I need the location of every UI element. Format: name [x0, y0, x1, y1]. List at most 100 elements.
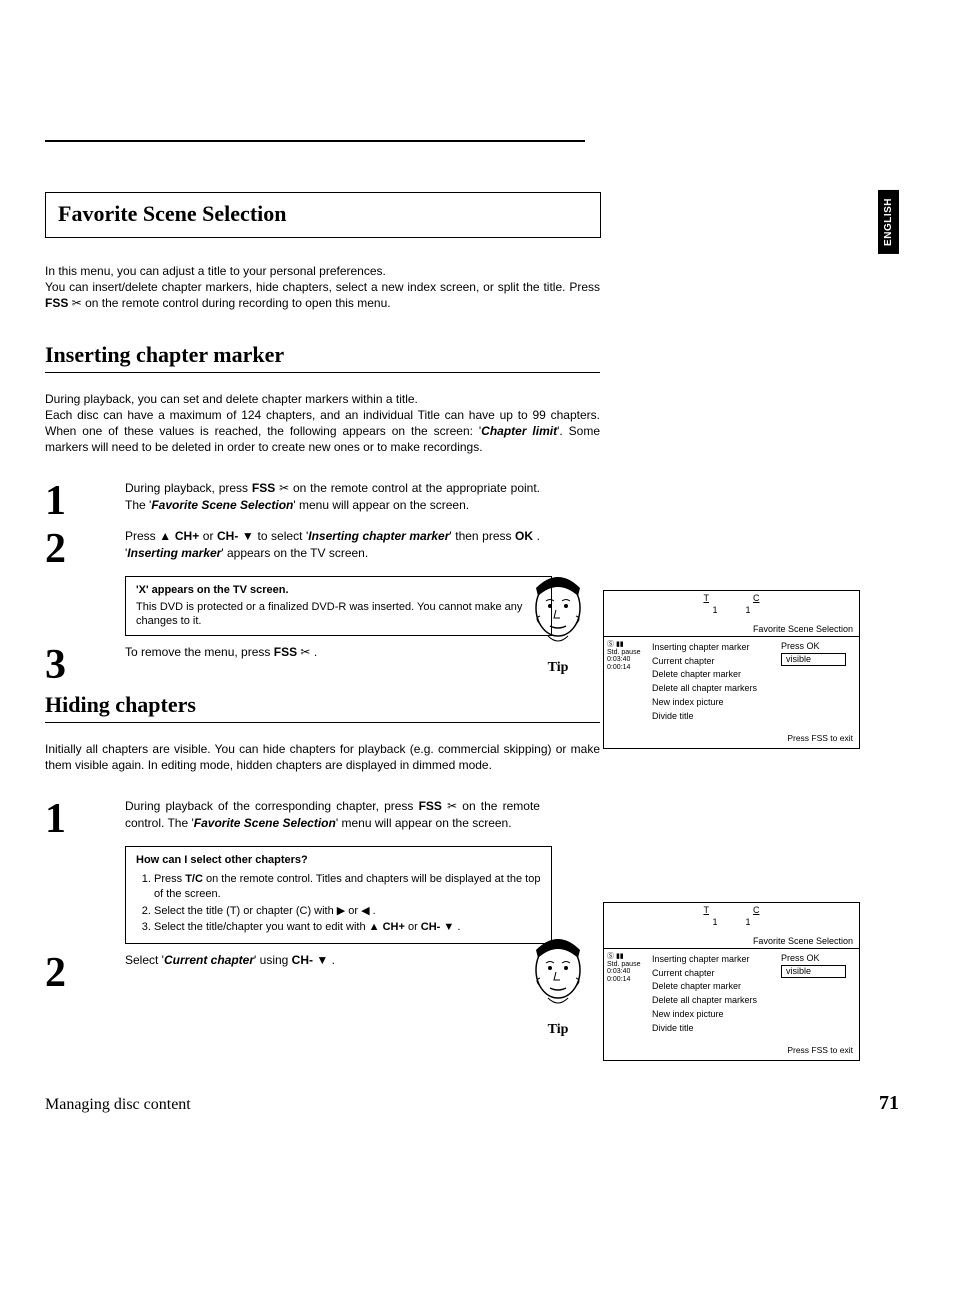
intro-paragraph: In this menu, you can adjust a title to … — [45, 263, 600, 312]
chplus-label: CH+ — [175, 529, 199, 543]
down-icon: ▼ — [242, 529, 254, 543]
t: ' then press — [449, 529, 515, 543]
down-icon: ▼ — [443, 921, 454, 933]
title-box: Favorite Scene Selection — [45, 192, 601, 238]
section1-heading: Inserting chapter marker — [45, 342, 600, 373]
section1-body: During playback, you can set and delete … — [45, 391, 600, 456]
down-icon: ▼ — [316, 953, 328, 967]
menu-left: Ⓢ ▮▮ Std. pause 0:03:40 0:00:14 — [604, 637, 646, 727]
scissors-icon: ✂ — [300, 645, 310, 659]
note-title: 'X' appears on the TV screen. — [136, 583, 541, 598]
t: During playback of the corresponding cha… — [125, 799, 419, 813]
s2-step1-body: During playback of the corresponding cha… — [125, 798, 540, 832]
menu-header: T C — [604, 591, 859, 605]
step-number-1: 1 — [45, 480, 125, 520]
t: to select ' — [258, 529, 309, 543]
ok-label: OK — [515, 529, 533, 543]
menu-right: Press OK visible — [781, 949, 859, 1039]
t: . — [454, 921, 460, 933]
t: or — [405, 921, 421, 933]
menu-center: Inserting chapter marker Current chapter… — [646, 949, 781, 1039]
tip-label: Tip — [523, 1022, 593, 1038]
note-item-3: Select the title/chapter you want to edi… — [154, 920, 541, 935]
t: . — [332, 953, 335, 967]
t: or — [345, 905, 361, 917]
status-icons: Ⓢ ▮▮ — [607, 953, 643, 961]
t: . — [314, 645, 317, 659]
menu-item: New index picture — [652, 1008, 775, 1022]
t: Select the title (T) or chapter (C) with — [154, 905, 337, 917]
menu-item: Current chapter — [652, 967, 775, 981]
note-title: How can I select other chapters? — [136, 853, 541, 868]
insm-label: Inserting marker — [127, 546, 221, 560]
step-number-3: 3 — [45, 644, 125, 684]
up-icon: ▲ — [369, 921, 380, 933]
pause-label: Std. pause — [607, 649, 643, 657]
fss-label: FSS — [252, 481, 275, 495]
tip-illustration-1: Tip — [523, 568, 593, 676]
menu-title: Favorite Scene Selection — [604, 932, 859, 948]
menu-header: T C — [604, 903, 859, 917]
tip-illustration-2: Tip — [523, 930, 593, 1038]
t: ' using — [254, 953, 292, 967]
intro-line2a: You can insert/delete chapter markers, h… — [45, 280, 600, 294]
note-body: This DVD is protected or a finalized DVD… — [136, 600, 541, 630]
step2-body: Press ▲ CH+ or CH- ▼ to select 'Insertin… — [125, 528, 540, 562]
t: ' menu will appear on the screen. — [336, 816, 512, 830]
tip-label: Tip — [523, 660, 593, 676]
right-icon: ▶ — [337, 905, 345, 917]
c-val: 1 — [746, 917, 751, 929]
menu-title: Favorite Scene Selection — [604, 620, 859, 636]
t: To remove the menu, press — [125, 645, 274, 659]
menu-item: Divide title — [652, 710, 775, 724]
time1: 0:03:40 — [607, 968, 643, 976]
t: Select ' — [125, 953, 164, 967]
menu-item: Divide title — [652, 1022, 775, 1036]
time2: 0:00:14 — [607, 976, 643, 984]
scissors-icon: ✂ — [72, 296, 82, 310]
chminus-label: CH- — [421, 921, 441, 933]
menu-item: Delete chapter marker — [652, 980, 775, 994]
ins-label: Inserting chapter marker — [308, 529, 449, 543]
page-title: Favorite Scene Selection — [58, 201, 588, 227]
menu-center: Inserting chapter marker Current chapter… — [646, 637, 781, 727]
menu-item: Current chapter — [652, 655, 775, 669]
footer-section-title: Managing disc content — [45, 1096, 191, 1114]
t-val: 1 — [712, 917, 717, 929]
step3-body: To remove the menu, press FSS ✂ . — [125, 644, 540, 661]
s1-step2: 2 Press ▲ CH+ or CH- ▼ to select 'Insert… — [45, 528, 899, 568]
t-val: 1 — [712, 605, 717, 617]
menu-main: Ⓢ ▮▮ Std. pause 0:03:40 0:00:14 Insertin… — [604, 636, 859, 727]
s1-note-box: 'X' appears on the TV screen. This DVD i… — [125, 576, 552, 637]
step-number-1b: 1 — [45, 798, 125, 838]
pause-label: Std. pause — [607, 961, 643, 969]
c-col: C — [745, 905, 768, 917]
t: Press — [154, 873, 185, 885]
chapter-limit: Chapter limit — [481, 424, 557, 438]
t: ' menu will appear on the screen. — [293, 498, 469, 512]
top-rule — [45, 140, 585, 142]
visible-box: visible — [781, 965, 846, 979]
t: ' appears on the TV screen. — [221, 546, 368, 560]
step1-body: During playback, press FSS ✂ on the remo… — [125, 480, 540, 514]
press-ok: Press OK — [781, 641, 853, 653]
s2-step2-body: Select 'Current chapter' using CH- ▼ . — [125, 952, 540, 969]
menu-item: Delete chapter marker — [652, 668, 775, 682]
note-item-1: Press T/C on the remote control. Titles … — [154, 872, 541, 902]
left-icon: ◀ — [361, 905, 369, 917]
chminus-label: CH- — [217, 529, 238, 543]
up-icon: ▲ — [159, 529, 171, 543]
visible-box: visible — [781, 653, 846, 667]
t: . — [370, 905, 376, 917]
menu-list: Inserting chapter marker Current chapter… — [652, 953, 775, 1035]
menu-exit: Press FSS to exit — [604, 727, 859, 748]
t: Press — [125, 529, 159, 543]
menu-header-vals: 1 1 — [604, 605, 859, 621]
note-list: Press T/C on the remote control. Titles … — [136, 872, 541, 935]
page-number: 71 — [879, 1092, 899, 1115]
menu-left: Ⓢ ▮▮ Std. pause 0:03:40 0:00:14 — [604, 949, 646, 1039]
scissors-icon: ✂ — [447, 799, 457, 813]
s1-step1: 1 During playback, press FSS ✂ on the re… — [45, 480, 899, 520]
menu-name: Favorite Scene Selection — [151, 498, 293, 512]
face-icon — [526, 568, 591, 653]
